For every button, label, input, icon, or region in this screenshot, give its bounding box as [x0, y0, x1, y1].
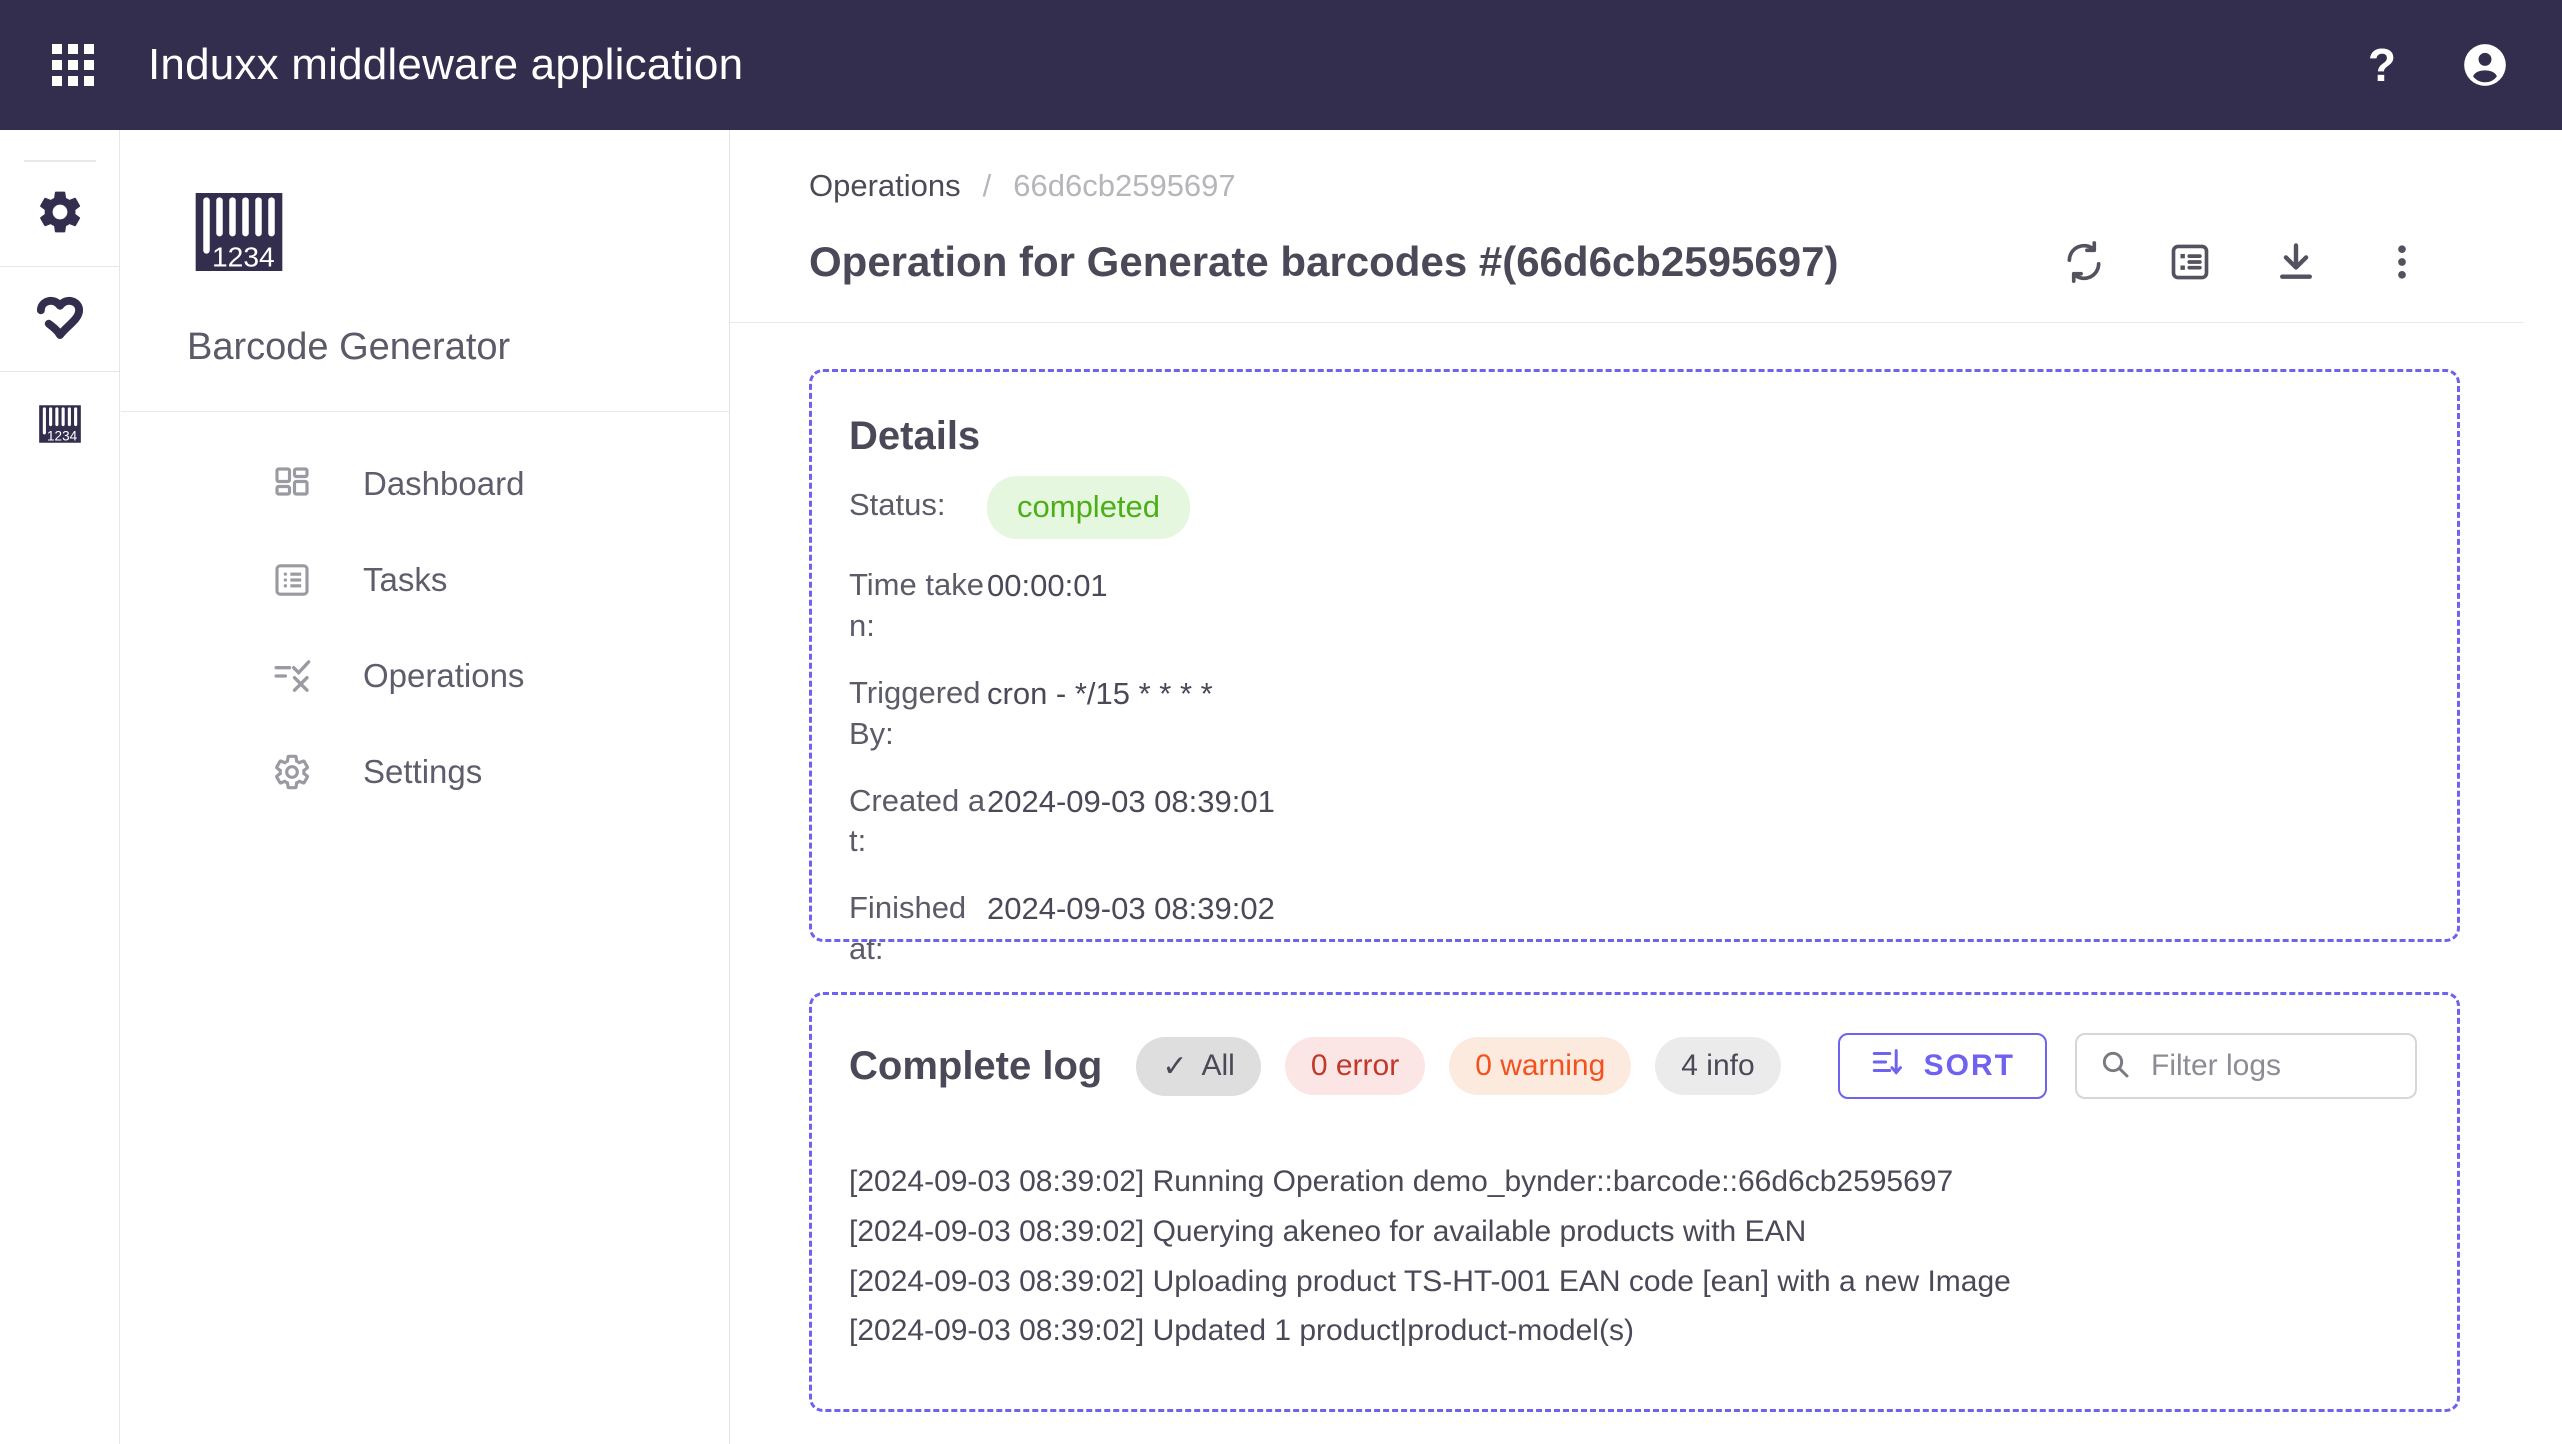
status-badge: completed: [987, 476, 1191, 539]
breadcrumb-current: 66d6cb2595697: [1013, 168, 1236, 203]
log-chip-all[interactable]: ✓ All: [1136, 1036, 1261, 1096]
detail-row-time-taken: Time taken: 00:00:01: [849, 565, 2457, 647]
sidebar-app-name: Barcode Generator: [187, 326, 511, 368]
detail-value: 2024-09-03 08:39:02: [987, 891, 1275, 927]
log-chip-label: All: [1201, 1049, 1235, 1082]
akeneo-heart-icon: [33, 290, 87, 349]
log-chip-error[interactable]: 0 error: [1284, 1037, 1426, 1095]
barcode-1234-logo: 1234: [187, 180, 291, 284]
search-icon: [2099, 1048, 2131, 1085]
log-line: [2024-09-03 08:39:02] Uploading product …: [849, 1264, 2011, 1298]
dashboard-grid-icon: [271, 463, 313, 505]
log-output: [2024-09-03 08:39:02] Running Operation …: [849, 1157, 2457, 1356]
app-sidebar: 1234 Barcode Generator Dashboard Tasks O…: [121, 130, 730, 1444]
page-header: Operation for Generate barcodes #(66d6cb…: [730, 204, 2524, 323]
detail-label: Status:: [849, 487, 946, 522]
sort-descending-icon: [1870, 1045, 1904, 1087]
log-line: [2024-09-03 08:39:02] Running Operation …: [849, 1165, 1954, 1198]
list-box-icon: [271, 559, 313, 601]
sidebar-item-label: Tasks: [363, 561, 448, 598]
log-tools: SORT: [1837, 1033, 2417, 1099]
details-heading: Details: [849, 414, 981, 458]
gear-icon: [271, 751, 313, 793]
breadcrumb-parent[interactable]: Operations: [809, 168, 961, 204]
rail-item-akeneo[interactable]: [0, 267, 120, 371]
sidebar-brand: 1234 Barcode Generator: [121, 130, 729, 412]
svg-text:1234: 1234: [212, 242, 275, 273]
detail-row-finished-at: Finished at: 2024-09-03 08:39:02: [849, 888, 2457, 970]
detail-row-created-at: Created at: 2024-09-03 08:39:01: [849, 781, 2457, 863]
check-cross-list-icon: [271, 655, 313, 697]
sidebar-item-label: Settings: [363, 753, 483, 790]
log-line: [2024-09-03 08:39:02] Updated 1 product|…: [849, 1314, 1634, 1348]
log-chip-label: 4 info: [1681, 1049, 1755, 1082]
apps-grid-icon[interactable]: [52, 44, 94, 86]
details-panel: Details Status: completed Time taken: 00…: [809, 369, 2460, 966]
gear-icon: [34, 186, 86, 243]
detail-label: Created at:: [849, 782, 986, 859]
top-bar-actions: ?: [2368, 40, 2510, 90]
breadcrumb: Operations / 66d6cb2595697: [730, 130, 2562, 204]
sort-button[interactable]: SORT: [1837, 1033, 2047, 1099]
sidebar-item-label: Operations: [363, 657, 525, 694]
sidebar-item-settings[interactable]: Settings: [121, 724, 729, 820]
log-filter-chips: ✓ All 0 error 0 warning 4 info: [1136, 1036, 1781, 1096]
detail-row-status: Status: completed: [849, 476, 2457, 539]
download-icon[interactable]: [2274, 240, 2318, 284]
detail-label: Time taken:: [849, 566, 984, 643]
icon-rail: 1234: [0, 130, 120, 1444]
barcode-icon: 1234: [35, 399, 85, 449]
top-bar: Induxx middleware application ?: [0, 0, 2562, 130]
filter-logs-input[interactable]: [2149, 1048, 2393, 1084]
complete-log-panel: Complete log ✓ All 0 error 0 warning 4 i…: [809, 992, 2460, 1412]
rail-item-barcode-generator[interactable]: 1234: [0, 372, 120, 476]
log-chip-warning[interactable]: 0 warning: [1449, 1037, 1632, 1095]
detail-value: 2024-09-03 08:39:01: [987, 783, 1275, 819]
account-circle-icon[interactable]: [2460, 40, 2510, 90]
sidebar-item-label: Dashboard: [363, 465, 525, 502]
sidebar-item-operations[interactable]: Operations: [121, 628, 729, 724]
rail-item-settings[interactable]: [0, 162, 120, 266]
detail-label: Triggered By:: [849, 674, 981, 751]
log-chip-info[interactable]: 4 info: [1655, 1037, 1781, 1095]
page-actions: [2062, 240, 2424, 284]
detail-row-triggered-by: Triggered By: cron - */15 * * * *: [849, 673, 2457, 755]
page-title: Operation for Generate barcodes #(66d6cb…: [809, 238, 1839, 285]
help-icon[interactable]: ?: [2368, 42, 2396, 88]
sidebar-nav: Dashboard Tasks Operations Settings: [121, 412, 729, 820]
sidebar-item-tasks[interactable]: Tasks: [121, 532, 729, 628]
refresh-icon[interactable]: [2062, 240, 2106, 284]
detail-label: Finished at:: [849, 890, 967, 967]
app-title: Induxx middleware application: [148, 40, 744, 89]
check-icon: ✓: [1162, 1049, 1188, 1083]
detail-value: completed: [987, 476, 1191, 539]
filter-logs-field[interactable]: [2075, 1033, 2417, 1099]
sidebar-item-dashboard[interactable]: Dashboard: [121, 436, 729, 532]
complete-log-heading: Complete log: [849, 1043, 1103, 1088]
task-list-icon[interactable]: [2168, 240, 2212, 284]
log-line: [2024-09-03 08:39:02] Querying akeneo fo…: [849, 1214, 1807, 1248]
main-content: Operations / 66d6cb2595697 Operation for…: [730, 130, 2562, 1444]
breadcrumb-separator: /: [982, 168, 992, 203]
more-vertical-icon[interactable]: [2380, 240, 2424, 284]
log-chip-label: 0 error: [1310, 1049, 1400, 1082]
detail-value: cron - */15 * * * *: [987, 675, 1213, 711]
log-chip-label: 0 warning: [1475, 1049, 1606, 1082]
sort-button-label: SORT: [1923, 1049, 2015, 1082]
svg-text:1234: 1234: [47, 429, 78, 444]
detail-value: 00:00:01: [987, 567, 1108, 603]
log-toolbar: Complete log ✓ All 0 error 0 warning 4 i…: [849, 1033, 2457, 1099]
